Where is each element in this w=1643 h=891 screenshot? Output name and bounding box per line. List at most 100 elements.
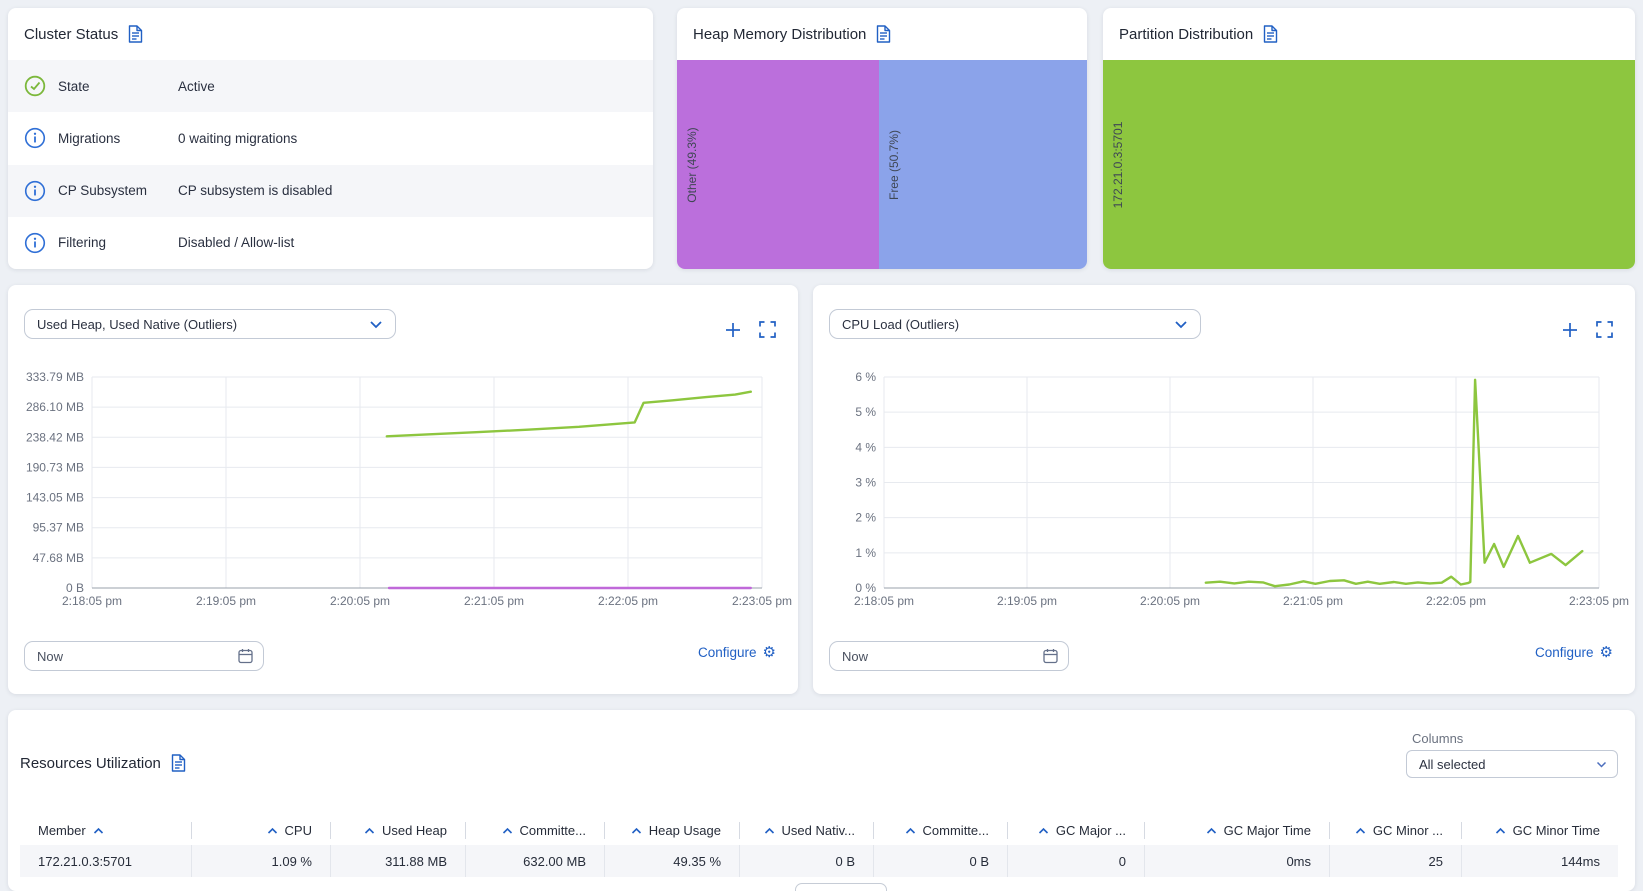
column-header-gc-major[interactable]: GC Major ...: [1007, 816, 1144, 845]
cluster-row-value: CP subsystem is disabled: [178, 183, 333, 199]
memory-time-picker-value: Now: [37, 648, 64, 664]
table-cell: 632.00 MB: [465, 845, 604, 877]
bar-segment-label: Other (49.3%): [685, 126, 699, 203]
bar-segment[interactable]: Free (50.7%): [879, 60, 1087, 269]
column-header-label: Used Nativ...: [781, 823, 855, 838]
column-header-gc-minor-time[interactable]: GC Minor Time: [1461, 816, 1618, 845]
cpu-configure-link[interactable]: Configure ⚙: [1535, 645, 1613, 660]
svg-text:47.68 MB: 47.68 MB: [33, 551, 84, 565]
document-icon[interactable]: [128, 25, 143, 43]
svg-text:5 %: 5 %: [855, 405, 876, 419]
svg-text:4 %: 4 %: [855, 440, 876, 454]
svg-text:0 %: 0 %: [855, 581, 876, 595]
gear-icon: ⚙: [762, 644, 776, 661]
cluster-status-title: Cluster Status: [24, 25, 119, 43]
bar-segment[interactable]: Other (49.3%): [677, 60, 880, 269]
cpu-load-chart[interactable]: 6 % 5 % 4 % 3 % 2 % 1 % 0 % 2:18:05 pm 2:19:05 p…: [813, 363, 1635, 624]
svg-text:1 %: 1 %: [855, 546, 876, 560]
svg-text:2:21:05 pm: 2:21:05 pm: [464, 594, 524, 608]
memory-chart-card: Used Heap, Used Native (Outliers) 333.79…: [8, 285, 798, 694]
svg-text:2:23:05 pm: 2:23:05 pm: [732, 594, 792, 608]
memory-configure-link[interactable]: Configure ⚙: [698, 645, 776, 660]
cpu-time-picker[interactable]: Now: [829, 641, 1069, 671]
column-header-used-nativ[interactable]: Used Nativ...: [739, 816, 873, 845]
memory-metric-select-value: Used Heap, Used Native (Outliers): [37, 316, 238, 332]
cluster-row-label: Filtering: [58, 235, 107, 251]
add-chart-icon[interactable]: [1561, 321, 1579, 339]
sort-asc-icon: [1038, 827, 1048, 834]
calendar-icon: [1043, 649, 1058, 664]
memory-metric-select[interactable]: Used Heap, Used Native (Outliers): [24, 309, 396, 339]
document-icon[interactable]: [171, 754, 186, 772]
column-header-label: Committe...: [519, 823, 586, 838]
cpu-time-picker-value: Now: [842, 648, 869, 664]
cluster-status-card: Cluster Status State Active Migrations 0 wa…: [8, 8, 653, 269]
column-header-label: GC Minor Time: [1512, 823, 1600, 838]
table-pagination-button[interactable]: [795, 883, 887, 891]
sort-asc-icon: [502, 827, 512, 834]
table-cell: 49.35 %: [604, 845, 739, 877]
resources-utilization-card: Resources Utilization Columns All select…: [8, 710, 1635, 891]
columns-select[interactable]: All selected: [1406, 750, 1618, 778]
sort-asc-icon: [1206, 827, 1216, 834]
column-header-cpu[interactable]: CPU: [191, 816, 330, 845]
configure-label: Configure: [1535, 645, 1594, 660]
resources-table: Member CPU Used Heap Committe... Heap Usage U…: [20, 816, 1618, 877]
column-header-label: Used Heap: [381, 823, 447, 838]
calendar-icon: [238, 649, 253, 664]
table-cell: 144ms: [1461, 845, 1618, 877]
column-header-label: Committe...: [922, 823, 989, 838]
info-circle-icon: [24, 127, 46, 149]
column-header-gc-minor[interactable]: GC Minor ...: [1329, 816, 1461, 845]
svg-text:2 %: 2 %: [855, 511, 876, 525]
svg-text:2:18:05 pm: 2:18:05 pm: [854, 594, 914, 608]
column-header-label: Heap Usage: [648, 823, 721, 838]
svg-text:333.79 MB: 333.79 MB: [26, 370, 84, 384]
partition-distribution-bar: 172.21.0.3:5701: [1103, 60, 1635, 269]
memory-time-picker[interactable]: Now: [24, 641, 264, 671]
sort-asc-icon: [1495, 827, 1505, 834]
sort-asc-icon: [364, 827, 375, 834]
svg-text:3 %: 3 %: [855, 476, 876, 490]
svg-text:286.10 MB: 286.10 MB: [26, 400, 84, 414]
column-header-member[interactable]: Member: [20, 816, 191, 845]
columns-select-value: All selected: [1419, 756, 1486, 772]
memory-usage-chart[interactable]: 333.79 MB 286.10 MB 238.42 MB 190.73 MB 143.…: [8, 363, 798, 624]
cluster-row-value: 0 waiting migrations: [178, 130, 298, 146]
cpu-metric-select[interactable]: CPU Load (Outliers): [829, 309, 1201, 339]
bar-segment-label: 172.21.0.3:5701: [1111, 121, 1125, 208]
fullscreen-icon[interactable]: [1596, 321, 1613, 338]
table-cell: 172.21.0.3:5701: [38, 853, 132, 869]
partition-title: Partition Distribution: [1119, 25, 1254, 43]
document-icon[interactable]: [876, 25, 891, 43]
gear-icon: ⚙: [1599, 644, 1613, 661]
column-header-used-heap[interactable]: Used Heap: [330, 816, 465, 845]
svg-text:2:20:05 pm: 2:20:05 pm: [1140, 594, 1200, 608]
column-header-label: GC Major ...: [1055, 823, 1126, 838]
sort-asc-icon: [93, 827, 103, 834]
column-header-label: GC Major Time: [1223, 823, 1311, 838]
sort-asc-icon: [1355, 827, 1365, 834]
cluster-status-row: Filtering Disabled / Allow-list: [8, 217, 653, 269]
dashboard: Cluster Status State Active Migrations 0 wa…: [0, 0, 1643, 891]
bar-segment[interactable]: 172.21.0.3:5701: [1103, 60, 1635, 269]
svg-text:0 B: 0 B: [66, 581, 84, 595]
svg-text:2:19:05 pm: 2:19:05 pm: [997, 594, 1057, 608]
cpu-chart-card: CPU Load (Outliers) 6 % 5 % 4 % 3 % 2 % 1 % 0 …: [813, 285, 1635, 694]
sort-asc-icon: [764, 827, 774, 834]
column-header-label: Member: [38, 823, 86, 838]
sort-asc-icon: [267, 827, 277, 834]
svg-text:95.37 MB: 95.37 MB: [33, 521, 84, 535]
table-cell: 0: [1007, 845, 1144, 877]
column-header-committe[interactable]: Committe...: [873, 816, 1007, 845]
add-chart-icon[interactable]: [724, 321, 742, 339]
column-header-gc-major-time[interactable]: GC Major Time: [1144, 816, 1329, 845]
fullscreen-icon[interactable]: [759, 321, 776, 338]
cluster-row-label: CP Subsystem: [58, 183, 148, 199]
document-icon[interactable]: [1263, 25, 1278, 43]
column-header-committe[interactable]: Committe...: [465, 816, 604, 845]
column-header-heap-usage[interactable]: Heap Usage: [604, 816, 739, 845]
svg-text:2:22:05 pm: 2:22:05 pm: [598, 594, 658, 608]
info-circle-icon: [24, 180, 46, 202]
sort-asc-icon: [631, 827, 641, 834]
